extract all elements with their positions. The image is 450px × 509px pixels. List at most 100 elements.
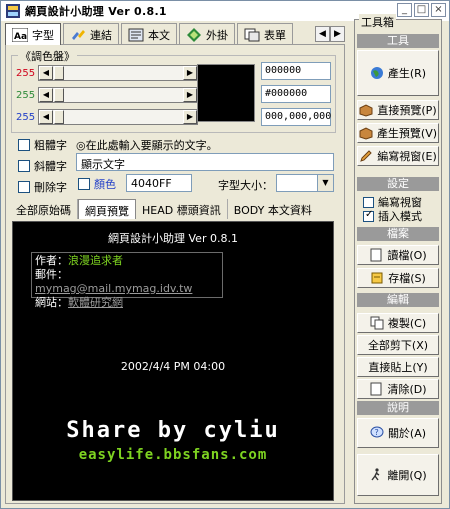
strike-option[interactable]: 刪除字 xyxy=(18,179,67,195)
toolbox: 工具箱 工具 產生(R) 直接預覽(P) 產生預覽(V) 編寫視窗(E) 設定 … xyxy=(354,14,442,504)
slider-left-arrow[interactable]: ◀ xyxy=(39,88,53,102)
insert-mode-option[interactable]: 插入模式 xyxy=(363,208,422,224)
hex-input[interactable]: 000000 xyxy=(261,62,331,80)
app-icon xyxy=(6,4,20,18)
preview-title: 網頁設計小助理 Ver 0.8.1 xyxy=(108,232,238,245)
slider-left-arrow[interactable]: ◀ xyxy=(39,66,53,80)
tab-body[interactable]: 本文 xyxy=(121,23,177,45)
toolbox-title: 工具箱 xyxy=(359,14,396,30)
walking-person-icon xyxy=(371,468,380,481)
tab-label: 外掛 xyxy=(206,28,228,42)
slider-right-arrow[interactable]: ▶ xyxy=(183,110,197,124)
cut-all-button[interactable]: 全部剪下(X) xyxy=(357,335,439,355)
globe-icon xyxy=(370,67,383,79)
tab-form[interactable]: 表單 xyxy=(237,23,293,45)
edit-window-button[interactable]: 編寫視窗(E) xyxy=(357,146,439,166)
diamond-icon xyxy=(187,27,201,42)
read-file-button[interactable]: 讀檔(O) xyxy=(357,245,439,265)
paste-button[interactable]: 直接貼上(Y) xyxy=(357,357,439,377)
tab-label: 字型 xyxy=(32,28,54,42)
about-button[interactable]: ? 關於(A) xyxy=(357,418,439,448)
email-label: 郵件： xyxy=(35,268,68,281)
slider-thumb[interactable] xyxy=(54,66,64,80)
tab-scroll-left-button[interactable]: ◀ xyxy=(315,26,330,42)
svg-text:?: ? xyxy=(374,428,378,437)
direct-preview-button[interactable]: 直接預覽(P) xyxy=(357,100,439,120)
paste-label: 直接貼上(Y) xyxy=(368,361,428,374)
close-button[interactable]: × xyxy=(431,3,446,17)
insert-mode-label: 插入模式 xyxy=(378,210,422,223)
hash-hex-input[interactable]: #000000 xyxy=(261,85,331,103)
edit-window-checkbox[interactable] xyxy=(363,196,374,208)
box-icon xyxy=(359,104,373,117)
tab-all-source[interactable]: 全部原始碼 xyxy=(10,199,78,219)
italic-label: 斜體字 xyxy=(34,160,67,173)
rgb-input[interactable]: 000,000,000 xyxy=(261,108,331,126)
copy-icon xyxy=(370,316,384,330)
tab-link[interactable]: 連結 xyxy=(63,23,119,45)
color-option[interactable]: 顏色 xyxy=(78,176,116,192)
red-slider[interactable]: ◀ ▶ xyxy=(38,65,198,81)
tab-plugin[interactable]: 外掛 xyxy=(179,23,235,45)
color-label: 顏色 xyxy=(94,178,116,191)
blue-slider[interactable]: ◀ ▶ xyxy=(38,109,198,125)
box-icon xyxy=(359,127,373,140)
bold-option[interactable]: 粗體字 xyxy=(18,137,67,153)
maximize-button[interactable]: □ xyxy=(414,3,429,17)
edit-window-label: 編寫視窗(E) xyxy=(377,150,437,163)
app-window: 網頁設計小助理 Ver 0.8.1 _ □ × Aa 字型 連結 本文 外掛 表… xyxy=(0,0,450,509)
window-controls: _ □ × xyxy=(397,3,446,17)
font-size-select[interactable]: ▼ xyxy=(276,174,334,192)
slider-right-arrow[interactable]: ▶ xyxy=(183,66,197,80)
tab-font[interactable]: Aa 字型 xyxy=(5,23,61,45)
color-checkbox[interactable] xyxy=(78,178,90,190)
strike-checkbox[interactable] xyxy=(18,181,30,193)
save-file-button[interactable]: 存檔(S) xyxy=(357,268,439,288)
clear-label: 清除(D) xyxy=(387,383,427,396)
text-hint: ◎在此處輸入要顯示的文字。 xyxy=(76,139,218,152)
copy-button[interactable]: 複製(C) xyxy=(357,313,439,333)
color-palette-title: 《調色盤》 xyxy=(18,48,77,64)
site-label: 網站： xyxy=(35,296,68,309)
font-panel: 《調色盤》 255 ◀ ▶ 255 ◀ ▶ 255 ◀ ▶ 000000 #00… xyxy=(5,44,345,504)
tab-head-info[interactable]: HEAD 標頭資訊 xyxy=(136,199,228,219)
red-value-label: 255 xyxy=(16,67,36,79)
copy-label: 複製(C) xyxy=(387,317,427,330)
slider-right-arrow[interactable]: ▶ xyxy=(183,88,197,102)
save-file-label: 存檔(S) xyxy=(388,272,426,285)
svg-text:Aa: Aa xyxy=(14,32,27,42)
window-title: 網頁設計小助理 Ver 0.8.1 xyxy=(25,5,167,18)
color-swatch xyxy=(197,64,255,122)
color-value-input[interactable]: 4040FF xyxy=(126,174,192,192)
chevron-down-icon[interactable]: ▼ xyxy=(317,175,333,191)
font-icon: Aa xyxy=(12,27,28,42)
insert-mode-checkbox[interactable] xyxy=(363,209,374,222)
green-slider[interactable]: ◀ ▶ xyxy=(38,87,198,103)
clear-button[interactable]: 清除(D) xyxy=(357,379,439,399)
generate-button[interactable]: 產生(R) xyxy=(357,50,439,96)
bold-checkbox[interactable] xyxy=(18,139,30,151)
form-icon xyxy=(244,28,260,41)
minimize-button[interactable]: _ xyxy=(397,3,412,17)
tab-scroll-right-button[interactable]: ▶ xyxy=(330,26,345,42)
site-link[interactable]: 軟體研究網 xyxy=(68,296,123,309)
slider-thumb[interactable] xyxy=(54,88,64,102)
email-link[interactable]: mymag@mail.mymag.idv.tw xyxy=(35,282,192,295)
tab-body-data[interactable]: BODY 本文資料 xyxy=(228,199,318,219)
save-icon xyxy=(371,272,383,284)
italic-checkbox[interactable] xyxy=(18,160,30,172)
display-text-input[interactable]: 顯示文字 xyxy=(76,153,334,171)
slider-thumb[interactable] xyxy=(54,110,64,124)
slider-left-arrow[interactable]: ◀ xyxy=(39,110,53,124)
share-logo-text: Share by cyliu xyxy=(66,418,280,443)
direct-preview-label: 直接預覽(P) xyxy=(377,104,437,117)
tab-web-preview[interactable]: 網頁預覽 xyxy=(78,199,136,219)
strike-label: 刪除字 xyxy=(34,181,67,194)
italic-option[interactable]: 斜體字 xyxy=(18,158,67,174)
exit-button[interactable]: 離開(Q) xyxy=(357,454,439,496)
section-edit: 編輯 xyxy=(357,293,439,307)
generate-preview-button[interactable]: 產生預覽(V) xyxy=(357,123,439,143)
blue-row: 255 ◀ ▶ xyxy=(16,108,198,126)
font-size-label: 字型大小： xyxy=(218,179,273,192)
color-palette-group: 《調色盤》 255 ◀ ▶ 255 ◀ ▶ 255 ◀ ▶ 000000 #00… xyxy=(11,48,336,133)
